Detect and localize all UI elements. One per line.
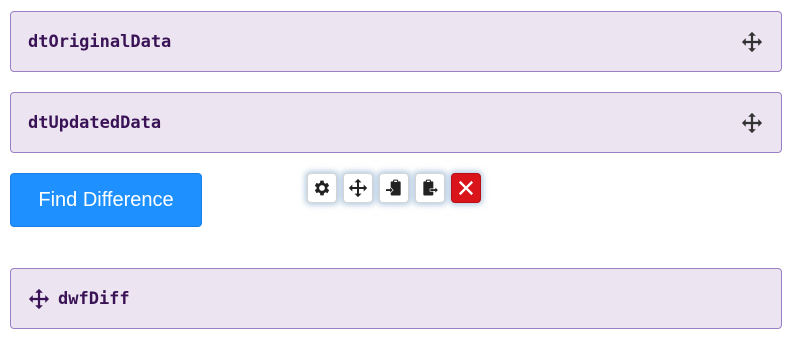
settings-button[interactable] [307, 173, 337, 203]
paste-in-icon [384, 178, 404, 198]
close-icon [456, 178, 476, 198]
panel-dt-updated-data: dtUpdatedData [10, 92, 782, 153]
panel-label: dtOriginalData [28, 31, 172, 52]
delete-button[interactable] [451, 173, 481, 203]
gear-icon [312, 178, 332, 198]
paste-out-icon [420, 178, 440, 198]
move-button[interactable] [343, 173, 373, 203]
find-difference-button[interactable]: Find Difference [10, 173, 202, 227]
paste-out-button[interactable] [415, 173, 445, 203]
move-icon [348, 178, 368, 198]
panel-label: dtUpdatedData [28, 112, 162, 133]
panel-label: dwfDiff [58, 288, 130, 309]
paste-in-button[interactable] [379, 173, 409, 203]
move-icon[interactable] [741, 112, 763, 134]
floating-toolbar [305, 172, 483, 208]
panel-dwf-diff: dwfDiff [10, 268, 782, 329]
move-icon[interactable] [741, 31, 763, 53]
panel-dt-original-data: dtOriginalData [10, 11, 782, 72]
move-icon[interactable] [28, 288, 50, 310]
